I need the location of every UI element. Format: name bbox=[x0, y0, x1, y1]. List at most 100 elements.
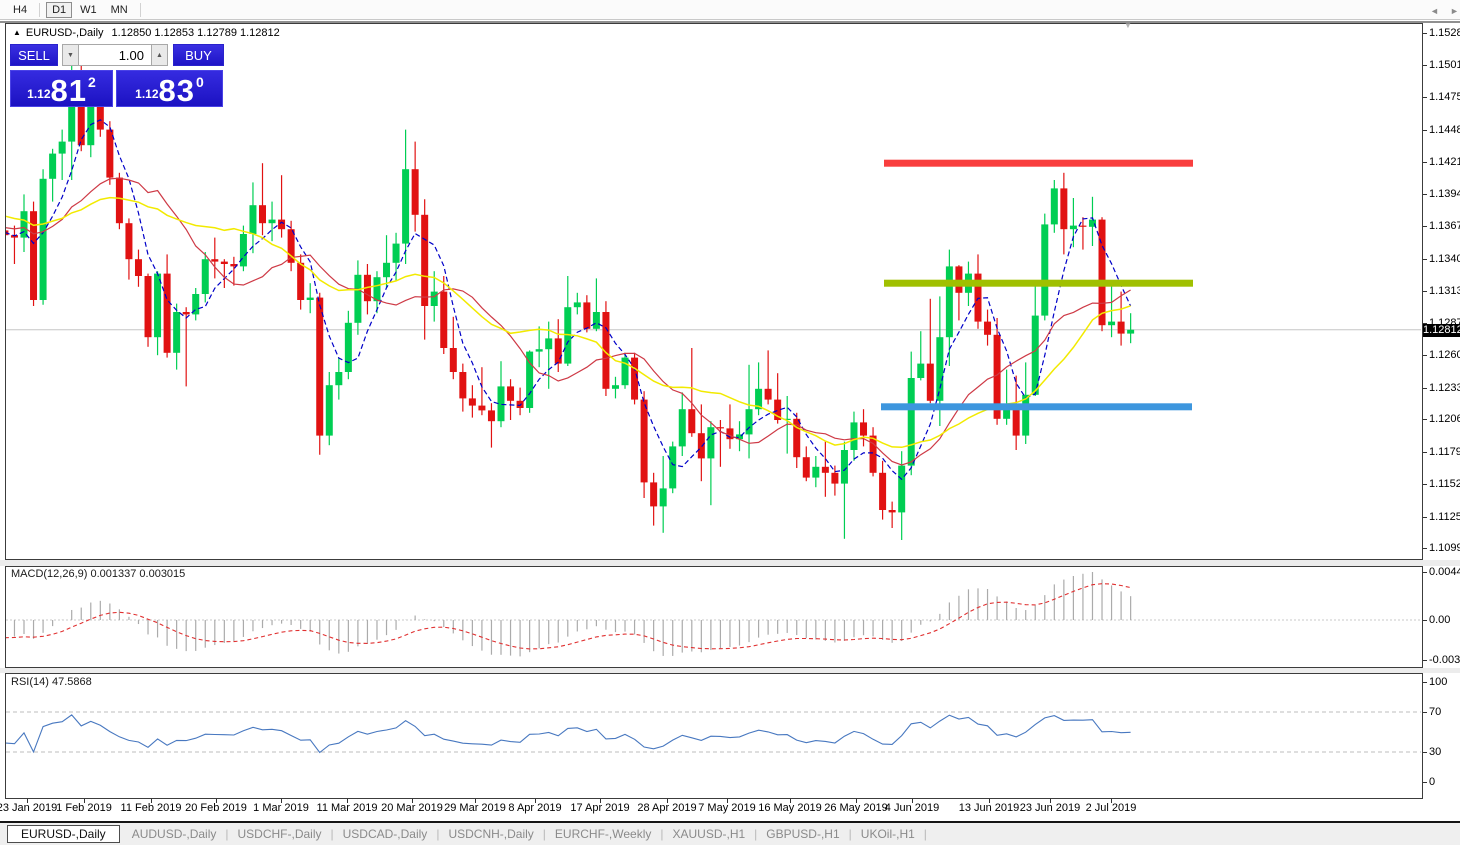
buy-price-display[interactable]: 1.12830 bbox=[116, 70, 223, 107]
macd-axis-label: 0.004465 bbox=[1429, 566, 1460, 578]
date-axis-label: 1 Mar 2019 bbox=[253, 802, 309, 814]
buy-price-sup: 0 bbox=[196, 74, 204, 90]
macd-axis-label: -0.003715 bbox=[1429, 654, 1460, 666]
date-axis-label: 29 Mar 2019 bbox=[444, 802, 506, 814]
date-axis-label: 20 Mar 2019 bbox=[381, 802, 443, 814]
axis-tick bbox=[1423, 517, 1427, 518]
price-axis-label: 1.13405 bbox=[1429, 253, 1460, 265]
ohlc-quotes: 1.12850 1.12853 1.12789 1.12812 bbox=[112, 27, 280, 39]
one-click-trading-panel: SELL ▼ ▲ BUY 1.12812 1.12830 bbox=[10, 44, 224, 107]
timeframe-button-mn[interactable]: MN bbox=[105, 2, 134, 18]
timeframe-button-d1[interactable]: D1 bbox=[46, 2, 72, 18]
axis-tick bbox=[1423, 660, 1427, 661]
price-axis-label: 1.14750 bbox=[1429, 91, 1460, 103]
toolbar-separator bbox=[39, 3, 40, 17]
date-axis-label: 23 Jun 2019 bbox=[1020, 802, 1081, 814]
axis-tick bbox=[1423, 782, 1427, 783]
date-axis-label: 8 Apr 2019 bbox=[508, 802, 561, 814]
axis-tick bbox=[1423, 682, 1427, 683]
up-triangle-icon: ▲ bbox=[13, 28, 21, 37]
chart-tab-eurusd-daily[interactable]: EURUSD-,Daily bbox=[7, 825, 120, 843]
sell-price-sup: 2 bbox=[88, 74, 96, 90]
tabs-scroll-left-icon[interactable]: ◄ bbox=[1430, 6, 1439, 16]
price-axis-label: 1.11525 bbox=[1429, 478, 1460, 490]
buy-price-prefix: 1.12 bbox=[135, 87, 158, 101]
chart-tab-usdcnh-daily[interactable]: USDCNH-,Daily bbox=[439, 826, 542, 842]
axis-tick bbox=[1423, 259, 1427, 260]
price-axis-label: 1.11795 bbox=[1429, 446, 1460, 458]
sell-button[interactable]: SELL bbox=[10, 44, 58, 66]
timeframe-button-h4[interactable]: H4 bbox=[7, 2, 33, 18]
date-axis-label: 2 Jul 2019 bbox=[1086, 802, 1137, 814]
toolbar-separator bbox=[140, 3, 141, 17]
volume-increase-button[interactable]: ▲ bbox=[151, 44, 168, 66]
chart-tab-xauusd-h1[interactable]: XAUUSD-,H1 bbox=[663, 826, 754, 842]
date-axis-label: 11 Mar 2019 bbox=[317, 802, 378, 814]
axis-tick bbox=[1423, 452, 1427, 453]
volume-input[interactable] bbox=[79, 44, 151, 66]
chart-tab-gbpusd-h1[interactable]: GBPUSD-,H1 bbox=[757, 826, 848, 842]
axis-tick bbox=[1423, 226, 1427, 227]
date-axis-label: 28 Apr 2019 bbox=[637, 802, 696, 814]
sell-price-prefix: 1.12 bbox=[27, 87, 50, 101]
date-axis-label: 20 Feb 2019 bbox=[185, 802, 247, 814]
axis-tick bbox=[1423, 97, 1427, 98]
pane-collapse-icon[interactable]: ▼ bbox=[1124, 21, 1132, 30]
tab-separator: | bbox=[924, 827, 927, 841]
axis-tick bbox=[1423, 712, 1427, 713]
volume-decrease-button[interactable]: ▼ bbox=[62, 44, 79, 66]
current-price-badge: 1.12812 bbox=[1423, 324, 1460, 337]
axis-tick bbox=[1423, 419, 1427, 420]
axis-tick bbox=[1423, 388, 1427, 389]
pane-splitter[interactable] bbox=[0, 560, 1460, 566]
macd-histogram bbox=[6, 572, 1131, 656]
rsi-axis-label: 30 bbox=[1429, 746, 1441, 758]
axis-tick bbox=[1423, 194, 1427, 195]
chart-tab-audusd-daily[interactable]: AUDUSD-,Daily bbox=[123, 826, 226, 842]
price-axis-label: 1.14480 bbox=[1429, 124, 1460, 136]
axis-tick bbox=[1423, 162, 1427, 163]
price-axis-label: 1.15285 bbox=[1429, 27, 1460, 39]
rsi-canvas[interactable] bbox=[6, 675, 1421, 797]
date-axis-label: 26 May 2019 bbox=[824, 802, 888, 814]
chart-tab-ukoil-h1[interactable]: UKOil-,H1 bbox=[852, 826, 924, 842]
date-axis-label: 16 May 2019 bbox=[758, 802, 822, 814]
mid-line bbox=[884, 280, 1193, 287]
date-axis-label: 4 Jun 2019 bbox=[885, 802, 939, 814]
axis-tick bbox=[1423, 572, 1427, 573]
date-axis-label: 23 Jan 2019 bbox=[0, 802, 57, 814]
axis-tick bbox=[1423, 33, 1427, 34]
price-scale[interactable]: 1.152851.150151.147501.144801.142101.139… bbox=[1423, 23, 1460, 799]
chart-tab-usdchf-daily[interactable]: USDCHF-,Daily bbox=[229, 826, 331, 842]
macd-signal-line bbox=[6, 584, 1131, 649]
symbol-period-label: EURUSD-,Daily bbox=[26, 27, 104, 39]
axis-tick bbox=[1423, 620, 1427, 621]
price-axis-label: 1.12065 bbox=[1429, 413, 1460, 425]
timeframe-button-w1[interactable]: W1 bbox=[74, 2, 103, 18]
mt4-chart-window: H4 D1W1MN ▲ EURUSD-,Daily 1.12850 1.12853 1… bbox=[0, 0, 1460, 845]
resistance-line bbox=[884, 160, 1193, 167]
axis-tick bbox=[1423, 355, 1427, 356]
candlestick-series bbox=[6, 50, 1134, 540]
chart-tab-bar: EURUSD-,DailyAUDUSD-,Daily | USDCHF-,Daily… bbox=[0, 823, 1460, 845]
chart-tab-eurchf-weekly[interactable]: EURCHF-,Weekly bbox=[546, 826, 660, 842]
macd-canvas[interactable] bbox=[6, 567, 1421, 667]
tabs-scroll-right-icon[interactable]: ► bbox=[1450, 6, 1459, 16]
date-axis-label: 7 May 2019 bbox=[698, 802, 755, 814]
macd-indicator-label: MACD(12,26,9) 0.001337 0.003015 bbox=[11, 568, 185, 580]
chart-title: ▲ EURUSD-,Daily 1.12850 1.12853 1.12789 1.… bbox=[13, 27, 280, 39]
sell-price-display[interactable]: 1.12812 bbox=[10, 70, 113, 107]
axis-tick bbox=[1423, 291, 1427, 292]
price-axis-label: 1.12330 bbox=[1429, 382, 1460, 394]
date-axis-label: 11 Feb 2019 bbox=[121, 802, 182, 814]
rsi-line bbox=[6, 715, 1131, 753]
chart-tab-usdcad-daily[interactable]: USDCAD-,Daily bbox=[334, 826, 437, 842]
buy-price-big: 83 bbox=[159, 76, 195, 105]
buy-button[interactable]: BUY bbox=[173, 44, 224, 66]
pane-splitter[interactable] bbox=[0, 668, 1460, 673]
axis-tick bbox=[1423, 484, 1427, 485]
macd-axis-label: 0.00 bbox=[1429, 614, 1450, 626]
axis-tick bbox=[1423, 65, 1427, 66]
window-edge bbox=[0, 21, 1460, 23]
axis-tick bbox=[1423, 548, 1427, 549]
